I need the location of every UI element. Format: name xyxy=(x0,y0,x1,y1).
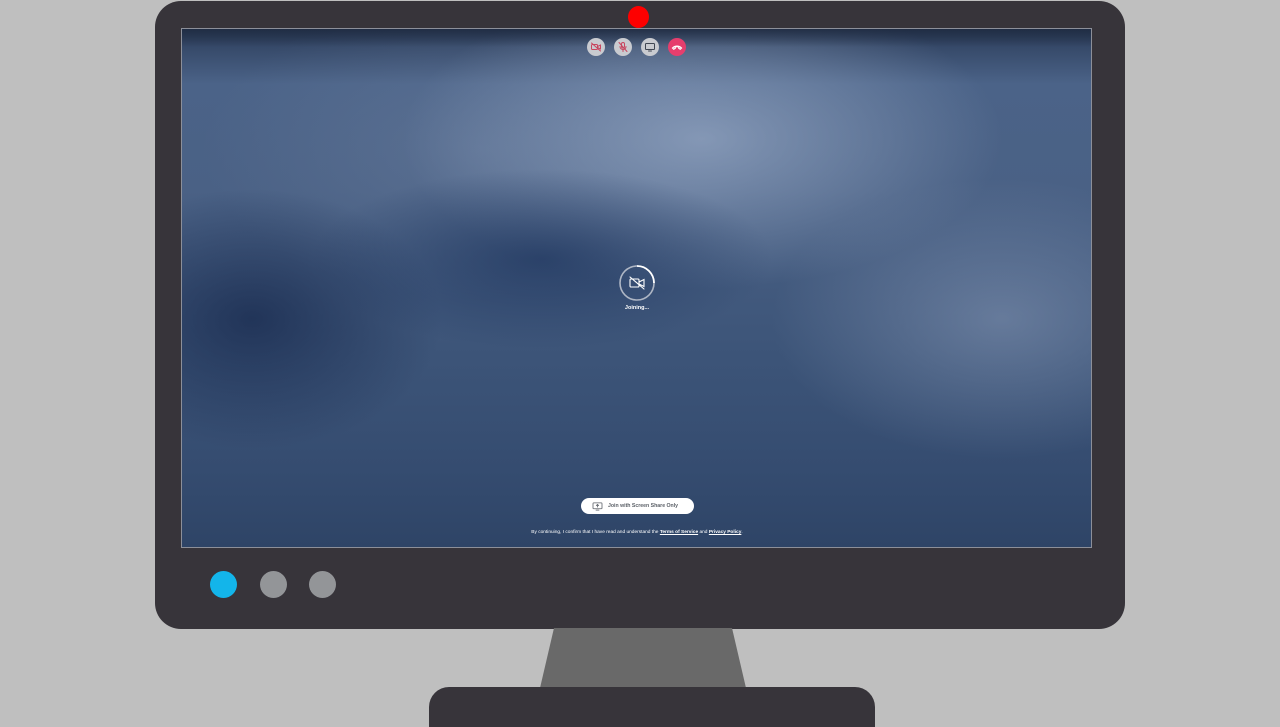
settings-button[interactable] xyxy=(309,571,336,598)
power-button[interactable] xyxy=(210,571,237,598)
screen-share-icon xyxy=(592,501,603,511)
screen-share-button[interactable] xyxy=(641,38,659,56)
mic-toggle-button[interactable] xyxy=(614,38,632,56)
menu-button[interactable] xyxy=(260,571,287,598)
monitor-stand-neck xyxy=(540,628,746,688)
camera-off-icon xyxy=(629,276,645,290)
consent-notice: By continuing, I confirm that I have rea… xyxy=(482,530,792,535)
hang-up-button[interactable] xyxy=(668,38,686,56)
terms-of-service-link[interactable]: Terms of Service xyxy=(660,530,698,535)
joining-status: Joining... xyxy=(624,305,650,311)
call-toolbar xyxy=(587,38,686,56)
hang-up-icon xyxy=(671,45,683,51)
joining-spinner xyxy=(618,264,656,302)
join-screen-share-only-button[interactable]: Join with Screen Share Only xyxy=(581,498,694,514)
video-call-screen: Joining... Join with Screen Share Only B… xyxy=(181,28,1092,548)
monitor-frame: Joining... Join with Screen Share Only B… xyxy=(155,1,1125,629)
camera-indicator xyxy=(628,6,649,28)
camera-toggle-button[interactable] xyxy=(587,38,605,56)
consent-suffix: . xyxy=(741,530,743,535)
consent-text: By continuing, I confirm that I have rea… xyxy=(531,530,659,535)
privacy-policy-link[interactable]: Privacy Policy xyxy=(709,530,742,535)
mic-off-icon xyxy=(618,42,628,52)
camera-off-icon xyxy=(591,42,601,52)
share-button-label: Join with Screen Share Only xyxy=(608,503,679,509)
monitor-stand-base xyxy=(429,687,875,727)
consent-conjunction: and xyxy=(699,530,708,535)
screen-share-icon xyxy=(645,43,655,52)
